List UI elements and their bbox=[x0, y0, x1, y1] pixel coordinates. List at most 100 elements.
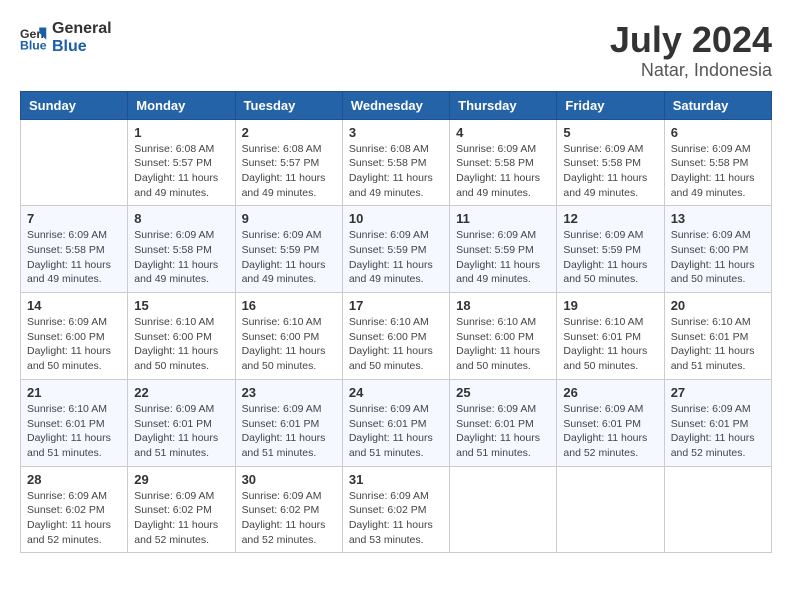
day-number: 5 bbox=[563, 125, 657, 140]
day-info: Sunrise: 6:10 AMSunset: 6:01 PMDaylight:… bbox=[563, 315, 657, 374]
logo-icon: Gen Blue bbox=[20, 24, 48, 52]
calendar-cell: 10 Sunrise: 6:09 AMSunset: 5:59 PMDayligh… bbox=[342, 206, 449, 293]
day-number: 3 bbox=[349, 125, 443, 140]
column-header-monday: Monday bbox=[128, 91, 235, 119]
day-number: 9 bbox=[242, 211, 336, 226]
calendar-cell: 25Sunrise: 6:09 AMSunset: 6:01 PMDayligh… bbox=[450, 379, 557, 466]
day-info: Sunrise: 6:09 AMSunset: 5:58 PMDaylight:… bbox=[27, 228, 121, 287]
column-header-saturday: Saturday bbox=[664, 91, 771, 119]
day-info: Sunrise: 6:08 AMSunset: 5:57 PMDaylight:… bbox=[134, 142, 228, 201]
calendar-header: SundayMondayTuesdayWednesdayThursdayFrid… bbox=[21, 91, 772, 119]
day-number: 8 bbox=[134, 211, 228, 226]
calendar-cell bbox=[450, 466, 557, 553]
day-info: Sunrise: 6:09 AMSunset: 6:00 PMDaylight:… bbox=[27, 315, 121, 374]
day-number: 16 bbox=[242, 298, 336, 313]
calendar-table: SundayMondayTuesdayWednesdayThursdayFrid… bbox=[20, 91, 772, 554]
day-info: Sunrise: 6:09 AMSunset: 5:58 PMDaylight:… bbox=[563, 142, 657, 201]
calendar-cell: 22 Sunrise: 6:09 AMSunset: 6:01 PMDayligh… bbox=[128, 379, 235, 466]
day-number: 17 bbox=[349, 298, 443, 313]
calendar-cell: 28Sunrise: 6:09 AMSunset: 6:02 PMDayligh… bbox=[21, 466, 128, 553]
day-number: 19 bbox=[563, 298, 657, 313]
calendar-cell bbox=[664, 466, 771, 553]
day-number: 23 bbox=[242, 385, 336, 400]
day-info: Sunrise: 6:10 AMSunset: 6:00 PMDaylight:… bbox=[456, 315, 550, 374]
day-number: 18 bbox=[456, 298, 550, 313]
day-number: 6 bbox=[671, 125, 765, 140]
calendar-cell: 6 Sunrise: 6:09 AMSunset: 5:58 PMDaylight… bbox=[664, 119, 771, 206]
day-number: 27 bbox=[671, 385, 765, 400]
day-number: 4 bbox=[456, 125, 550, 140]
calendar-week-5: 28Sunrise: 6:09 AMSunset: 6:02 PMDayligh… bbox=[21, 466, 772, 553]
day-number: 1 bbox=[134, 125, 228, 140]
day-info: Sunrise: 6:09 AMSunset: 6:01 PMDaylight:… bbox=[242, 402, 336, 461]
day-info: Sunrise: 6:09 AMSunset: 5:59 PMDaylight:… bbox=[242, 228, 336, 287]
calendar-cell: 31 Sunrise: 6:09 AMSunset: 6:02 PMDayligh… bbox=[342, 466, 449, 553]
day-number: 22 bbox=[134, 385, 228, 400]
calendar-title: July 2024 bbox=[610, 20, 772, 60]
day-number: 31 bbox=[349, 472, 443, 487]
calendar-cell: 18 Sunrise: 6:10 AMSunset: 6:00 PMDayligh… bbox=[450, 293, 557, 380]
day-info: Sunrise: 6:09 AMSunset: 6:02 PMDaylight:… bbox=[242, 489, 336, 548]
day-info: Sunrise: 6:09 AMSunset: 6:01 PMDaylight:… bbox=[349, 402, 443, 461]
day-info: Sunrise: 6:10 AMSunset: 6:00 PMDaylight:… bbox=[242, 315, 336, 374]
calendar-cell: 13 Sunrise: 6:09 AMSunset: 6:00 PMDayligh… bbox=[664, 206, 771, 293]
calendar-week-1: 1 Sunrise: 6:08 AMSunset: 5:57 PMDaylight… bbox=[21, 119, 772, 206]
day-info: Sunrise: 6:09 AMSunset: 5:59 PMDaylight:… bbox=[563, 228, 657, 287]
day-info: Sunrise: 6:09 AMSunset: 5:58 PMDaylight:… bbox=[456, 142, 550, 201]
day-number: 12 bbox=[563, 211, 657, 226]
calendar-cell: 15Sunrise: 6:10 AMSunset: 6:00 PMDayligh… bbox=[128, 293, 235, 380]
day-number: 29 bbox=[134, 472, 228, 487]
day-info: Sunrise: 6:09 AMSunset: 5:58 PMDaylight:… bbox=[134, 228, 228, 287]
svg-text:Blue: Blue bbox=[20, 38, 47, 52]
calendar-week-3: 14 Sunrise: 6:09 AMSunset: 6:00 PMDayligh… bbox=[21, 293, 772, 380]
calendar-cell: 23 Sunrise: 6:09 AMSunset: 6:01 PMDayligh… bbox=[235, 379, 342, 466]
day-info: Sunrise: 6:10 AMSunset: 6:01 PMDaylight:… bbox=[27, 402, 121, 461]
day-info: Sunrise: 6:09 AMSunset: 6:01 PMDaylight:… bbox=[563, 402, 657, 461]
day-info: Sunrise: 6:09 AMSunset: 5:59 PMDaylight:… bbox=[349, 228, 443, 287]
day-number: 24 bbox=[349, 385, 443, 400]
calendar-cell: 9 Sunrise: 6:09 AMSunset: 5:59 PMDaylight… bbox=[235, 206, 342, 293]
calendar-week-2: 7Sunrise: 6:09 AMSunset: 5:58 PMDaylight… bbox=[21, 206, 772, 293]
calendar-cell: 12 Sunrise: 6:09 AMSunset: 5:59 PMDayligh… bbox=[557, 206, 664, 293]
calendar-cell: 17 Sunrise: 6:10 AMSunset: 6:00 PMDayligh… bbox=[342, 293, 449, 380]
day-info: Sunrise: 6:09 AMSunset: 6:02 PMDaylight:… bbox=[349, 489, 443, 548]
calendar-cell: 5 Sunrise: 6:09 AMSunset: 5:58 PMDaylight… bbox=[557, 119, 664, 206]
day-info: Sunrise: 6:09 AMSunset: 6:02 PMDaylight:… bbox=[27, 489, 121, 548]
calendar-cell: 21 Sunrise: 6:10 AMSunset: 6:01 PMDayligh… bbox=[21, 379, 128, 466]
day-number: 14 bbox=[27, 298, 121, 313]
calendar-cell bbox=[21, 119, 128, 206]
day-info: Sunrise: 6:10 AMSunset: 6:01 PMDaylight:… bbox=[671, 315, 765, 374]
calendar-subtitle: Natar, Indonesia bbox=[610, 60, 772, 81]
day-info: Sunrise: 6:09 AMSunset: 6:01 PMDaylight:… bbox=[671, 402, 765, 461]
column-header-tuesday: Tuesday bbox=[235, 91, 342, 119]
day-info: Sunrise: 6:09 AMSunset: 6:01 PMDaylight:… bbox=[134, 402, 228, 461]
day-number: 26 bbox=[563, 385, 657, 400]
day-number: 15 bbox=[134, 298, 228, 313]
column-header-wednesday: Wednesday bbox=[342, 91, 449, 119]
column-header-sunday: Sunday bbox=[21, 91, 128, 119]
calendar-body: 1 Sunrise: 6:08 AMSunset: 5:57 PMDaylight… bbox=[21, 119, 772, 553]
calendar-cell: 24 Sunrise: 6:09 AMSunset: 6:01 PMDayligh… bbox=[342, 379, 449, 466]
day-info: Sunrise: 6:10 AMSunset: 6:00 PMDaylight:… bbox=[349, 315, 443, 374]
day-number: 13 bbox=[671, 211, 765, 226]
calendar-cell: 20 Sunrise: 6:10 AMSunset: 6:01 PMDayligh… bbox=[664, 293, 771, 380]
day-number: 20 bbox=[671, 298, 765, 313]
day-number: 30 bbox=[242, 472, 336, 487]
calendar-cell: 2 Sunrise: 6:08 AMSunset: 5:57 PMDaylight… bbox=[235, 119, 342, 206]
column-header-thursday: Thursday bbox=[450, 91, 557, 119]
day-number: 2 bbox=[242, 125, 336, 140]
title-block: July 2024 Natar, Indonesia bbox=[610, 20, 772, 81]
day-number: 25 bbox=[456, 385, 550, 400]
day-info: Sunrise: 6:09 AMSunset: 5:59 PMDaylight:… bbox=[456, 228, 550, 287]
day-info: Sunrise: 6:08 AMSunset: 5:58 PMDaylight:… bbox=[349, 142, 443, 201]
calendar-cell: 27 Sunrise: 6:09 AMSunset: 6:01 PMDayligh… bbox=[664, 379, 771, 466]
day-number: 21 bbox=[27, 385, 121, 400]
day-info: Sunrise: 6:08 AMSunset: 5:57 PMDaylight:… bbox=[242, 142, 336, 201]
calendar-cell: 14 Sunrise: 6:09 AMSunset: 6:00 PMDayligh… bbox=[21, 293, 128, 380]
day-info: Sunrise: 6:09 AMSunset: 6:00 PMDaylight:… bbox=[671, 228, 765, 287]
day-info: Sunrise: 6:09 AMSunset: 5:58 PMDaylight:… bbox=[671, 142, 765, 201]
logo-line1: General bbox=[52, 20, 112, 38]
logo: Gen Blue General Blue bbox=[20, 20, 112, 55]
day-number: 10 bbox=[349, 211, 443, 226]
calendar-cell: 16 Sunrise: 6:10 AMSunset: 6:00 PMDayligh… bbox=[235, 293, 342, 380]
